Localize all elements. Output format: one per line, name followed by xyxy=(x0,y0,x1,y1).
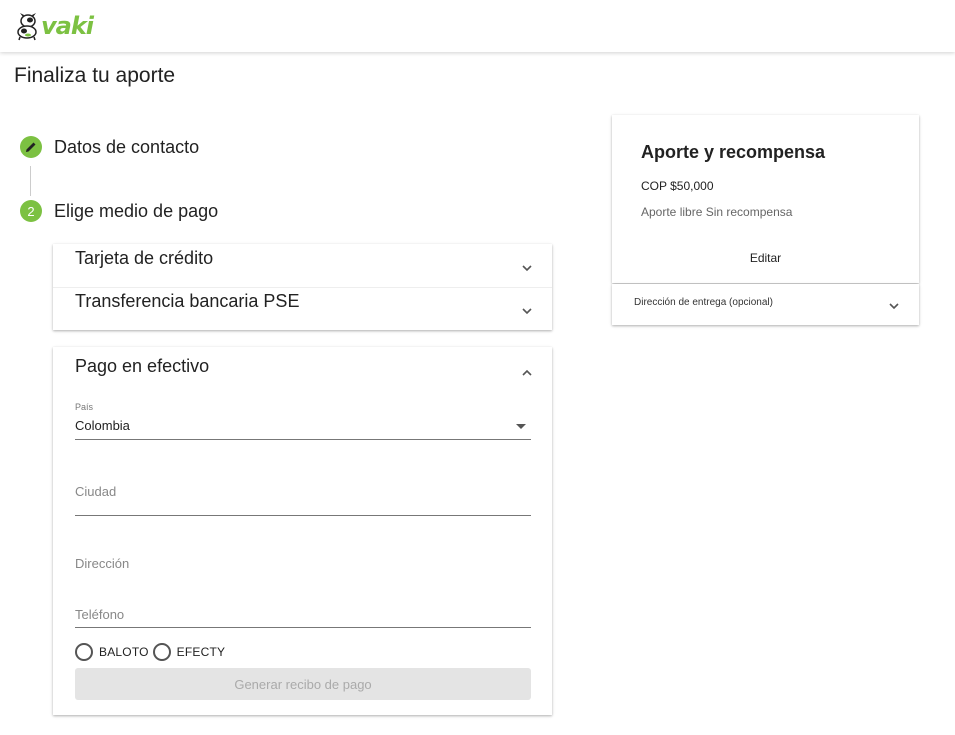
country-select[interactable]: Colombia xyxy=(75,418,130,433)
step-connector xyxy=(30,166,31,196)
country-label: País xyxy=(75,402,94,412)
step-1-label: Datos de contacto xyxy=(54,136,200,157)
top-bar: vaki xyxy=(0,0,955,52)
cow-mascot-icon xyxy=(17,13,37,41)
radio-efecty-label: EFECTY xyxy=(176,645,226,659)
radio-efecty[interactable]: EFECTY xyxy=(152,643,226,661)
page-title: Finaliza tu aporte xyxy=(14,64,176,87)
pencil-icon xyxy=(26,142,36,152)
radio-baloto-label: BALOTO xyxy=(99,645,149,659)
pse-option[interactable]: Transferencia bancaria PSE xyxy=(53,287,552,330)
pse-title: Transferencia bancaria PSE xyxy=(75,291,300,311)
country-underline xyxy=(75,439,531,440)
cash-provider-radio-group: BALOTO EFECTY xyxy=(75,643,229,661)
chevron-down-icon[interactable] xyxy=(887,299,901,313)
step-payment-method[interactable]: 2 Elige medio de pago xyxy=(20,200,218,222)
logo[interactable]: vaki xyxy=(14,10,94,42)
delivery-address-label: Dirección de entrega (opcional) xyxy=(634,297,773,308)
logo-text: vaki xyxy=(41,12,94,40)
step-contact-data[interactable]: Datos de contacto xyxy=(20,136,199,158)
address-input[interactable]: Dirección xyxy=(75,556,129,571)
cash-payment-panel: Pago en efectivo País Colombia Ciudad Di… xyxy=(53,347,552,715)
contribution-amount: COP $50,000 xyxy=(641,179,714,193)
radio-circle-icon[interactable] xyxy=(75,643,93,661)
step-1-marker xyxy=(20,136,42,158)
credit-card-title: Tarjeta de crédito xyxy=(75,248,214,268)
city-input[interactable]: Ciudad xyxy=(75,484,116,499)
credit-card-option[interactable]: Tarjeta de crédito xyxy=(53,244,552,287)
dropdown-caret-icon[interactable] xyxy=(516,424,526,429)
generate-receipt-button[interactable]: Generar recibo de pago xyxy=(75,668,531,700)
chevron-down-icon[interactable] xyxy=(520,261,534,275)
chevron-up-icon[interactable] xyxy=(520,366,534,380)
step-2-label: Elige medio de pago xyxy=(54,200,219,221)
payment-options-panel: Tarjeta de crédito Transferencia bancari… xyxy=(53,244,552,330)
phone-input[interactable]: Teléfono xyxy=(75,607,124,622)
delivery-address-panel[interactable]: Dirección de entrega (opcional) xyxy=(612,284,919,325)
chevron-down-icon[interactable] xyxy=(520,304,534,318)
city-underline xyxy=(75,515,531,516)
edit-button[interactable]: Editar xyxy=(612,251,919,265)
radio-circle-icon[interactable] xyxy=(152,643,171,661)
summary-title: Aporte y recompensa xyxy=(641,142,826,162)
step-2-marker: 2 xyxy=(20,200,42,222)
radio-baloto[interactable]: BALOTO xyxy=(75,643,149,661)
cash-payment-title[interactable]: Pago en efectivo xyxy=(75,356,209,377)
phone-underline xyxy=(75,627,531,628)
summary-card: Aporte y recompensa COP $50,000 Aporte l… xyxy=(612,115,919,283)
contribution-description: Aporte libre Sin recompensa xyxy=(641,205,793,219)
